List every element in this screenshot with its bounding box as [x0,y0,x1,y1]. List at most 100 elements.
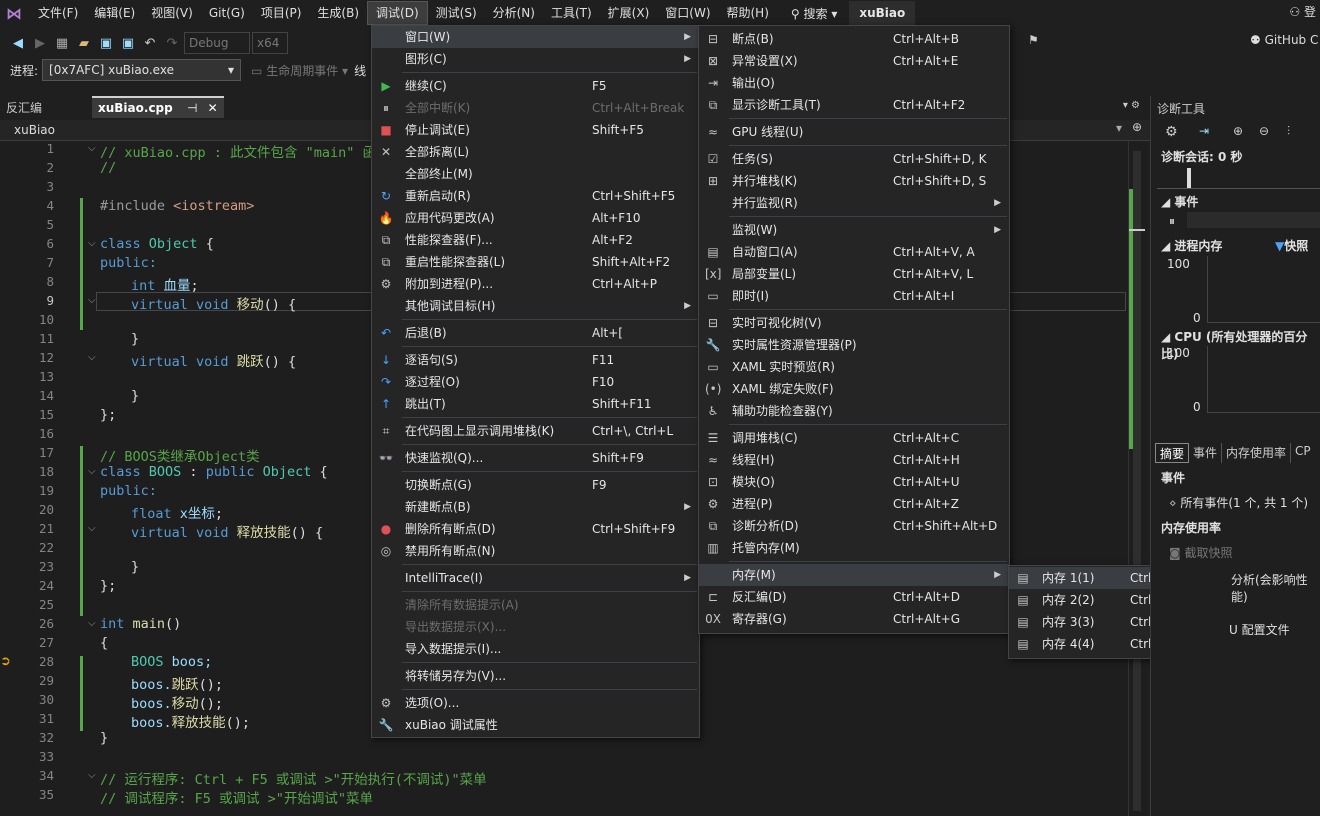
menu-git[interactable]: Git(G) [201,1,253,25]
timeline-cursor[interactable] [1187,168,1191,188]
tab-memory-usage[interactable]: 内存使用率 [1222,443,1292,463]
redo-icon[interactable]: ↷ [162,33,182,53]
window-menu-item[interactable]: [x] 局部变量(L) Ctrl+Alt+V, L [699,263,1009,285]
debug-menu-item[interactable]: ↶ 后退(B) Alt+[ [372,322,699,344]
github-copilot-button[interactable]: ⚉ GitHub C [1250,33,1318,47]
pause-icon[interactable]: ⏸ [1169,214,1175,229]
debug-menu-item[interactable]: 导入数据提示(I)... [372,638,699,660]
window-menu-item[interactable]: ☰ 调用堆栈(C) Ctrl+Alt+C [699,427,1009,449]
new-project-icon[interactable]: ▦ [52,33,72,53]
scrollbar-track[interactable] [1133,151,1141,811]
menu-view[interactable]: 视图(V) [143,1,201,25]
scope-select[interactable]: xuBiao▾ [0,121,383,139]
window-menu-item[interactable]: ⊏ 反汇编(D) Ctrl+Alt+D [699,586,1009,608]
fold-icon[interactable]: ⌵ [88,770,96,781]
debug-menu-item[interactable]: 👓 快速监视(Q)... Shift+F9 [372,447,699,469]
undo-icon[interactable]: ↶ [140,33,160,53]
menu-tools[interactable]: 工具(T) [543,1,600,25]
chart-icon[interactable]: ⫶ [1287,124,1290,139]
debug-menu-item[interactable]: 新建断点(B) ▶ [372,496,699,518]
menu-analyze[interactable]: 分析(N) [485,1,543,25]
save-icon[interactable]: ▣ [96,33,116,53]
window-menu-item[interactable]: ⊡ 模块(O) Ctrl+Alt+U [699,471,1009,493]
menu-window[interactable]: 窗口(W) [657,1,718,25]
settings-icon[interactable]: ⚙ [1165,124,1178,140]
zoom-out-icon[interactable]: ⊖ [1259,124,1269,138]
debug-menu-item[interactable]: 切换断点(G) F9 [372,474,699,496]
debug-menu-item[interactable]: ▶ 继续(C) F5 [372,75,699,97]
debug-menu-item[interactable]: IntelliTrace(I) ▶ [372,567,699,589]
debug-menu-item[interactable]: 全部终止(M) [372,163,699,185]
window-menu-item[interactable]: ≈ 线程(H) Ctrl+Alt+H [699,449,1009,471]
fold-icon[interactable]: ⌵ [88,352,96,363]
window-menu-item[interactable]: ⊟ 断点(B) Ctrl+Alt+B [699,28,1009,50]
window-menu-item[interactable]: ☑ 任务(S) Ctrl+Shift+D, K [699,148,1009,170]
menu-debug[interactable]: 调试(D) [367,1,428,25]
debug-menu-item[interactable]: 将转储另存为(V)... [372,665,699,687]
debug-menu-item[interactable]: ✕ 全部拆离(L) [372,141,699,163]
window-menu-item[interactable]: ⧉ 诊断分析(D) Ctrl+Shift+Alt+D [699,515,1009,537]
fold-icon[interactable]: ⌵ [88,143,96,154]
menu-project[interactable]: 项目(P) [253,1,310,25]
fold-icon[interactable]: ⌵ [88,466,96,477]
collapse-icon[interactable]: ◢ [1161,239,1174,253]
tab-list-icon[interactable]: ▾ ⚙ [1123,100,1140,111]
debug-menu-item[interactable]: ⚙ 选项(O)... [372,692,699,714]
window-menu-item[interactable]: ≈ GPU 线程(U) [699,121,1009,143]
window-menu-item[interactable]: ⊠ 异常设置(X) Ctrl+Alt+E [699,50,1009,72]
tab-xubiao-cpp[interactable]: xuBiao.cpp ⊣ ✕ [92,96,224,118]
window-menu-item[interactable]: ⇥ 输出(O) [699,72,1009,94]
debug-menu-item[interactable]: 🔧 xuBiao 调试属性 [372,714,699,736]
window-menu-item[interactable]: ⧉ 显示诊断工具(T) Ctrl+Alt+F2 [699,94,1009,116]
window-menu-item[interactable]: (•) XAML 绑定失败(F) [699,378,1009,400]
window-menu-item[interactable]: ▤ 自动窗口(A) Ctrl+Alt+V, A [699,241,1009,263]
window-menu-item[interactable]: ♿ 辅助功能检查器(Y) [699,400,1009,422]
window-menu-item[interactable]: ⚙ 进程(P) Ctrl+Alt+Z [699,493,1009,515]
debug-menu-item[interactable]: ⧉ 重启性能探查器(L) Shift+Alt+F2 [372,251,699,273]
menu-help[interactable]: 帮助(H) [719,1,777,25]
window-menu-item[interactable]: ▭ XAML 实时预览(R) [699,356,1009,378]
split-icon[interactable]: ⊕ [1132,120,1142,134]
platform-select[interactable]: x64 [252,32,288,54]
debug-menu-item[interactable]: 🔥 应用代码更改(A) Alt+F10 [372,207,699,229]
debug-menu-item[interactable]: 图形(C) ▶ [372,48,699,70]
debug-menu-item[interactable]: ◎ 禁用所有断点(N) [372,540,699,562]
bookmark-icon[interactable]: ⚑ [1028,33,1039,47]
debug-menu-item[interactable]: ⚙ 附加到进程(P)... Ctrl+Alt+P [372,273,699,295]
debug-menu-item[interactable]: ⌗ 在代码图上显示调用堆栈(K) Ctrl+\, Ctrl+L [372,420,699,442]
tab-cpu[interactable]: CP [1291,443,1315,463]
take-snapshot-button[interactable]: ◙ 截取快照 [1169,544,1232,561]
window-menu-item[interactable]: ⊞ 并行堆栈(K) Ctrl+Shift+D, S [699,170,1009,192]
lifecycle-events[interactable]: ▭ 生命周期事件 ▾ [251,62,348,79]
forward-icon[interactable]: ▶ [30,33,50,53]
pin-icon[interactable]: ⊣ [187,101,197,115]
zoom-in-icon[interactable]: ⊕ [1233,124,1243,138]
menu-build[interactable]: 生成(B) [309,1,367,25]
window-menu-item[interactable]: ▥ 托管内存(M) [699,537,1009,559]
fold-icon[interactable]: ⌵ [88,238,96,249]
tab-summary[interactable]: 摘要 [1155,443,1190,463]
debug-menu-item[interactable]: 其他调试目标(H) ▶ [372,295,699,317]
vs-logo-icon[interactable]: ⋈ [4,3,24,23]
debug-menu-item[interactable]: 窗口(W) ▶ [372,26,699,48]
collapse-icon[interactable]: ◢ [1161,195,1174,209]
debug-menu-item[interactable]: ■ 停止调试(E) Shift+F5 [372,119,699,141]
menu-edit[interactable]: 编辑(E) [86,1,143,25]
window-menu-item[interactable]: 0X 寄存器(G) Ctrl+Alt+G [699,608,1009,630]
debug-menu-item[interactable]: ↷ 逐过程(O) F10 [372,371,699,393]
debug-menu-item[interactable]: ● 删除所有断点(D) Ctrl+Shift+F9 [372,518,699,540]
signin-link[interactable]: ⚇ 登 [1289,3,1316,20]
window-menu-item[interactable]: 并行监视(R) ▶ [699,192,1009,214]
search-box[interactable]: ⚲ 搜索 ▾ [785,5,843,22]
tab-disassembly[interactable]: 反汇编 [0,98,84,118]
debug-menu-item[interactable]: ↻ 重新启动(R) Ctrl+Shift+F5 [372,185,699,207]
debug-menu-item[interactable]: ↑ 跳出(T) Shift+F11 [372,393,699,415]
collapse-icon[interactable]: ◢ [1161,330,1174,344]
export-icon[interactable]: ⇥ [1199,124,1209,138]
fold-icon[interactable]: ⌵ [88,295,96,306]
menu-file[interactable]: 文件(F) [30,1,86,25]
tab-events[interactable]: 事件 [1189,443,1223,463]
editor-scrollbar[interactable] [1128,141,1147,816]
menu-extensions[interactable]: 扩展(X) [600,1,658,25]
fold-icon[interactable]: ⌵ [88,523,96,534]
